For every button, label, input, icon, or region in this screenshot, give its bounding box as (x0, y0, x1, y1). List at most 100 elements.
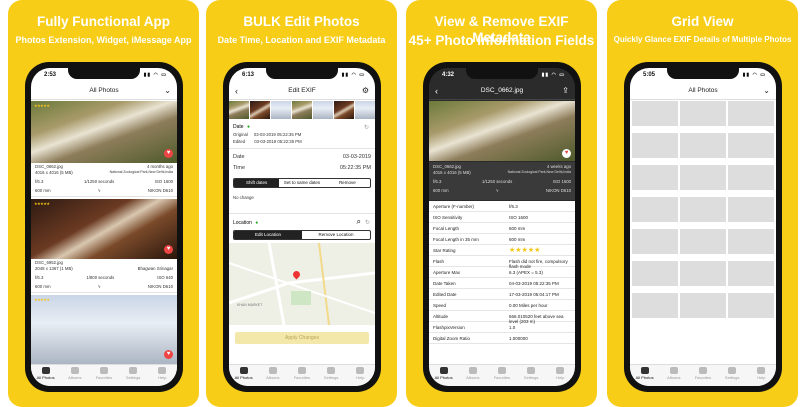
segment-remove[interactable]: Remove (325, 179, 370, 187)
photo-tiger[interactable] (31, 101, 177, 163)
grid-photo[interactable] (680, 197, 726, 227)
tab-favorites[interactable]: Favorites (691, 367, 715, 380)
grid-photo[interactable] (728, 229, 774, 259)
tab-albums[interactable]: Albums (261, 367, 285, 380)
date-field-value[interactable]: 03-03-2019 (343, 154, 371, 160)
thumb[interactable] (229, 101, 249, 119)
status-time: 6:13 (242, 72, 255, 78)
tab-all-photos[interactable]: All Photos (232, 367, 256, 380)
time-field-value[interactable]: 05:22:35 PM (340, 165, 371, 171)
heart-icon[interactable]: ♥ (164, 350, 173, 359)
tab-help[interactable]: Help (150, 367, 174, 380)
grid-photo[interactable] (728, 197, 774, 227)
tab-settings[interactable]: Settings (720, 367, 744, 380)
heart-icon[interactable]: ♥ (164, 149, 173, 158)
thumb[interactable] (334, 101, 354, 119)
tab-favorites[interactable]: Favorites (490, 367, 514, 380)
tab-albums[interactable]: Albums (63, 367, 87, 380)
fstop: f/6.3 (35, 275, 44, 280)
photo-snow[interactable] (31, 295, 177, 365)
grid-photo[interactable] (632, 165, 678, 195)
thumb[interactable] (292, 101, 312, 119)
tab-favorites[interactable]: Favorites (290, 367, 314, 380)
exif-row[interactable]: Aperture (F-number) f/6.3 (429, 201, 575, 212)
heart-icon[interactable]: ♥ (562, 149, 571, 158)
exif-row[interactable]: Focal Length in 35 mm 600 mm (429, 234, 575, 245)
photo-tiger[interactable] (429, 101, 575, 161)
tab-settings[interactable]: Settings (121, 367, 145, 380)
tab-help[interactable]: Help (548, 367, 572, 380)
tab-all-photos[interactable]: All Photos (34, 367, 58, 380)
tab-settings[interactable]: Settings (319, 367, 343, 380)
grid-photo[interactable] (632, 101, 678, 131)
segment-shift-dates[interactable]: Shift dates (234, 179, 280, 187)
photo-1-exif-row: f/6.3 1/1250 seconds ISO 1600 (35, 179, 173, 184)
grid-photo-caption (728, 158, 774, 163)
exif-row[interactable]: Edited Date 17-03-2019 05:04:17 PM (429, 289, 575, 300)
exif-row[interactable]: ISO Sensitivity ISO 1600 (429, 212, 575, 223)
grid-photo[interactable] (728, 165, 774, 195)
exif-row[interactable]: Star Rating ★★★★★ (429, 245, 575, 256)
date-field[interactable]: Date 03-03-2019 (233, 154, 371, 160)
segment-same-dates[interactable]: Set to same dates (279, 179, 324, 187)
tab-settings[interactable]: Settings (519, 367, 543, 380)
photo-name: DSC_0662.jpg (433, 164, 461, 169)
tab-label: Help (556, 375, 565, 380)
refresh-icon[interactable]: ↻ (365, 219, 370, 226)
refresh-icon[interactable]: ↻ (364, 124, 369, 131)
grid-photo[interactable] (680, 101, 726, 131)
photo-bird[interactable] (31, 199, 177, 259)
grid-photo[interactable] (680, 261, 726, 291)
grid-photo[interactable] (680, 229, 726, 259)
chevron-down-icon[interactable]: ⌄ (164, 82, 171, 100)
tab-all-photos[interactable]: All Photos (432, 367, 456, 380)
exif-row[interactable]: Altitude 666.010520 feet above sea level … (429, 311, 575, 324)
exif-key: Focal Length (433, 226, 460, 231)
apply-changes-button[interactable]: Apply Changes (235, 332, 369, 344)
exif-row[interactable]: Speed 0.00 Miles per hour (429, 300, 575, 311)
heart-icon[interactable]: ♥ (164, 245, 173, 254)
grid-photo[interactable] (728, 293, 774, 323)
grid-photo-caption (632, 158, 678, 163)
grid-photo[interactable] (680, 133, 726, 163)
grid-photo[interactable] (680, 165, 726, 195)
grid-photo[interactable] (728, 101, 774, 131)
tab-all-photos[interactable]: All Photos (633, 367, 657, 380)
grid-photo[interactable] (632, 133, 678, 163)
grid-photo[interactable] (680, 293, 726, 323)
chevron-down-icon[interactable]: ⌄ (763, 82, 770, 100)
grid-photo[interactable] (632, 293, 678, 323)
thumb[interactable] (250, 101, 270, 119)
share-icon[interactable]: ⇪ (562, 82, 569, 100)
panel-subheadline: Quickly Glance EXIF Details of Multiple … (613, 35, 792, 44)
tab-help[interactable]: Help (348, 367, 372, 380)
segment-edit-location[interactable]: Edit Location (234, 231, 302, 239)
tab-albums[interactable]: Albums (662, 367, 686, 380)
grid-photo[interactable] (632, 197, 678, 227)
exif-row[interactable]: Aperture Max 6.3 (APEX = 5.3) (429, 267, 575, 278)
gear-icon[interactable]: ⚙ (362, 82, 369, 100)
segment-remove-location[interactable]: Remove Location (302, 231, 370, 239)
tab-albums[interactable]: Albums (461, 367, 485, 380)
original-label: Original (233, 132, 248, 137)
search-icon[interactable]: ⌕ (357, 217, 361, 227)
exif-row[interactable]: FlashpixVersion 1.0 (429, 322, 575, 333)
thumb[interactable] (271, 101, 291, 119)
grid-photo[interactable] (728, 133, 774, 163)
exif-row[interactable]: Date Taken 04-03-2019 05:22:35 PM (429, 278, 575, 289)
exif-row[interactable]: Flash Flash did not fire, compulsory flas… (429, 256, 575, 269)
thumb[interactable] (313, 101, 333, 119)
photo-age: 4 weeks ago (546, 164, 571, 169)
tab-favorites[interactable]: Favorites (92, 367, 116, 380)
time-field[interactable]: Time 05:22:35 PM (233, 165, 371, 171)
thumb[interactable] (355, 101, 375, 119)
back-icon[interactable]: ‹ (435, 82, 438, 100)
back-icon[interactable]: ‹ (235, 82, 238, 100)
grid-photo[interactable] (632, 261, 678, 291)
grid-photo[interactable] (632, 229, 678, 259)
exif-row[interactable]: Focal Length 600 mm (429, 223, 575, 234)
tab-help[interactable]: Help (749, 367, 773, 380)
map-view[interactable]: KHAN MARKET (229, 242, 375, 326)
grid-photo[interactable] (728, 261, 774, 291)
exif-row[interactable]: Digital Zoom Ratio 1.000000 (429, 333, 575, 344)
